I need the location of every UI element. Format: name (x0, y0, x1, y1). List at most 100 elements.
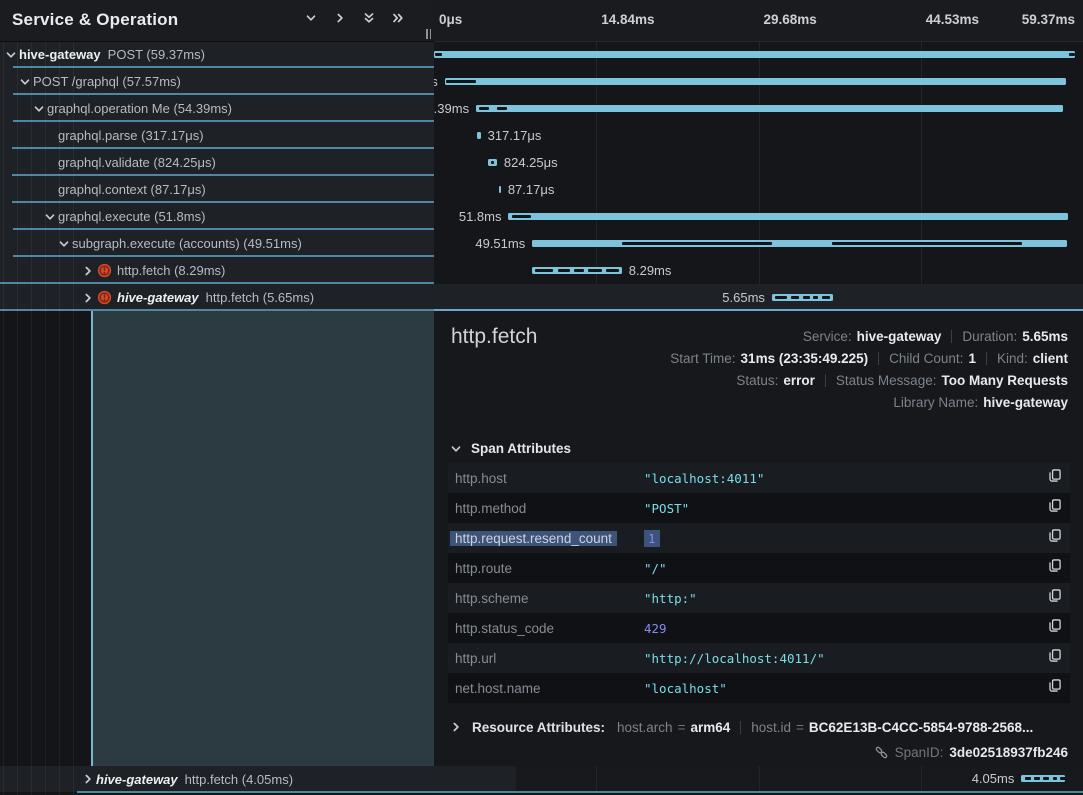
timeline-row[interactable]: 824.25μs (434, 149, 1083, 176)
tree-row[interactable]: subgraph.execute (accounts) (49.51ms) (0, 230, 434, 257)
meta-label: Child Count: (889, 351, 963, 366)
expand-one-button[interactable] (332, 12, 348, 28)
resource-value: arm64 (690, 720, 730, 735)
tree-row[interactable]: graphql.validate (824.25μs) (0, 149, 434, 176)
copy-button[interactable] (1046, 560, 1062, 576)
copy-icon (1047, 618, 1062, 638)
meta-value: 31ms (23:35:49.225) (741, 351, 869, 366)
duration-label: 51.8ms (459, 203, 502, 230)
tree-row[interactable]: graphql.parse (317.17μs) (0, 122, 434, 149)
chevron-right-icon[interactable] (82, 265, 94, 277)
span-label: http.fetch (4.05ms) (185, 772, 293, 787)
timeline-row[interactable]: 5.65ms (434, 284, 1083, 311)
copy-icon (1047, 558, 1062, 578)
chevron-down-icon[interactable] (19, 76, 31, 88)
panel-resize-handle[interactable] (426, 29, 431, 39)
timeline-row[interactable]: 59.37ms (434, 41, 1083, 68)
meta-value: Too Many Requests (941, 373, 1068, 388)
child-span-mark (1025, 777, 1031, 780)
attribute-row[interactable]: http.request.resend_count1 (448, 523, 1070, 553)
attribute-row[interactable]: http.route"/" (448, 553, 1070, 583)
span-bar[interactable] (434, 51, 1075, 58)
span-bar[interactable] (477, 132, 480, 139)
copy-button[interactable] (1046, 530, 1062, 546)
timeline-row[interactable]: 8.29ms (434, 257, 1083, 284)
resource-attributes-row[interactable]: Resource Attributes: host.arch=arm64host… (450, 714, 1073, 740)
bar-area: 87.17μs (434, 176, 1075, 203)
chevron-down-icon[interactable] (5, 49, 17, 61)
bar-area: 51.8ms (434, 203, 1075, 230)
meta-value: 1 (968, 351, 976, 366)
child-span-mark (822, 296, 830, 299)
tree-row[interactable]: hive-gatewayhttp.fetch (5.65ms) (0, 284, 434, 311)
chevron-spacer (44, 157, 56, 169)
copy-button[interactable] (1046, 620, 1062, 636)
duration-label: 57.57ms (434, 68, 438, 95)
attr-key-text: net.host.name (450, 681, 546, 696)
tree-row[interactable]: hive-gatewayPOST (59.37ms) (0, 41, 434, 68)
bar-area: 824.25μs (434, 149, 1075, 176)
tree-row[interactable]: http.fetch (8.29ms) (0, 257, 434, 284)
error-icon (97, 290, 112, 305)
chevron-right-icon[interactable] (82, 292, 94, 304)
attr-value-text: "POST" (644, 501, 689, 516)
copy-button[interactable] (1046, 500, 1062, 516)
attribute-row[interactable]: http.status_code429 (448, 613, 1070, 643)
span-bar[interactable] (476, 105, 1063, 112)
attr-value: "localhost" (644, 681, 727, 696)
resource-equals: = (796, 720, 804, 735)
attribute-row[interactable]: net.host.name "localhost" (448, 673, 1070, 703)
span-bar[interactable] (445, 78, 1067, 85)
attribute-row[interactable]: http.scheme"http:" (448, 583, 1070, 613)
copy-button[interactable] (1046, 590, 1062, 606)
timeline-row[interactable]: 54.39ms (434, 95, 1083, 122)
attribute-row[interactable]: http.method"POST" (448, 493, 1070, 523)
attr-value-text: "localhost" (644, 681, 727, 696)
expand-all-button[interactable] (390, 12, 406, 28)
collapse-all-button[interactable] (361, 12, 377, 28)
panel-title: Service & Operation (12, 10, 178, 30)
timeline-row[interactable]: 51.8ms (434, 203, 1083, 230)
tree-row[interactable]: POST /graphql (57.57ms) (0, 68, 434, 95)
meta-label: Kind: (997, 351, 1028, 366)
span-label: graphql.execute (51.8ms) (58, 209, 205, 224)
timeline-row[interactable]: 87.17μs (434, 176, 1083, 203)
tree-row[interactable]: graphql.operation Me (54.39ms) (0, 95, 434, 122)
span-bar[interactable] (499, 186, 501, 193)
chevron-down-icon[interactable] (44, 211, 56, 223)
span-bar[interactable] (508, 213, 1067, 220)
tree-row[interactable]: graphql.execute (51.8ms) (0, 203, 434, 230)
timeline-row[interactable]: 57.57ms (434, 68, 1083, 95)
child-span-mark (606, 269, 619, 272)
child-span-mark (574, 269, 584, 272)
resource-attributes-items: host.arch=arm64host.id=BC62E13B-C4CC-585… (617, 720, 1033, 735)
chevron-down-icon[interactable] (33, 103, 45, 115)
tree-row-bottom[interactable]: hive-gatewayhttp.fetch (4.05ms) (0, 766, 516, 792)
attribute-row[interactable]: http.url"http://localhost:4011/" (448, 643, 1070, 673)
attribute-row[interactable]: http.host"localhost:4011" (448, 463, 1070, 493)
link-icon[interactable] (874, 745, 889, 760)
span-attributes-header[interactable]: Span Attributes (450, 441, 571, 456)
copy-button[interactable] (1046, 650, 1062, 666)
double-chevron-down-icon (363, 11, 375, 29)
attr-key: http.status_code (448, 621, 644, 636)
timeline-row[interactable]: 49.51ms (434, 230, 1083, 257)
chevron-right-icon (334, 11, 346, 29)
attr-key-text: http.host (450, 471, 512, 486)
chevron-down-icon[interactable] (58, 238, 70, 250)
child-span-mark (775, 296, 787, 299)
timeline-row[interactable]: 317.17μs (434, 122, 1083, 149)
ruler-tick: 29.68ms (764, 0, 817, 40)
copy-button[interactable] (1046, 470, 1062, 486)
timeline-panel: 0μs14.84ms29.68ms44.53ms59.37ms 59.37ms5… (434, 0, 1083, 795)
meta-divider (825, 374, 826, 387)
tree-row[interactable]: graphql.context (87.17μs) (0, 176, 434, 203)
chevron-right-icon[interactable] (82, 773, 94, 785)
tree-panel-header: Service & Operation (0, 0, 434, 42)
copy-button[interactable] (1046, 680, 1062, 696)
meta-label: Service: (803, 329, 852, 344)
collapse-one-button[interactable] (303, 12, 319, 28)
span-tree-panel: Service & Operation hive-gatewayPOST (59… (0, 0, 434, 795)
ruler-tick: 44.53ms (926, 0, 979, 40)
span-label: POST /graphql (57.57ms) (33, 74, 181, 89)
